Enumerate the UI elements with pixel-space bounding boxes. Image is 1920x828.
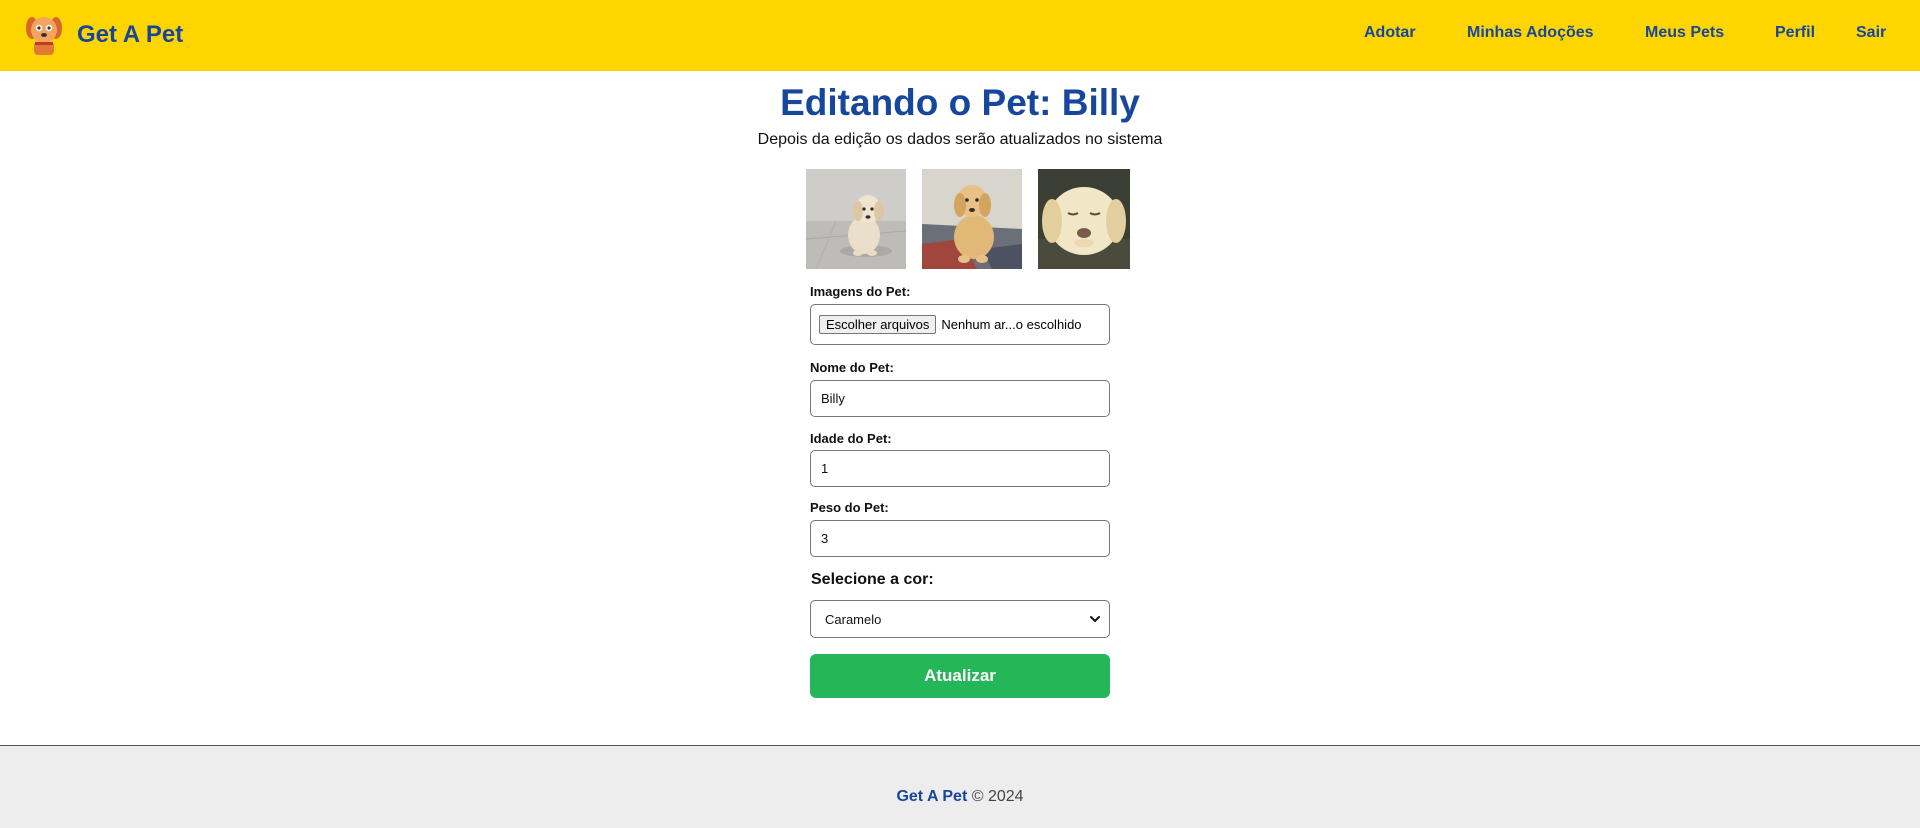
update-button[interactable]: Atualizar [810,654,1110,698]
footer: Get A Pet © 2024 [0,745,1920,828]
weight-label: Peso do Pet: [810,500,889,515]
page-title: Editando o Pet: Billy [780,82,1140,123]
age-label: Idade do Pet: [810,431,892,446]
color-select-value: Caramelo [825,611,882,627]
images-label: Imagens do Pet: [810,284,911,299]
name-label: Nome do Pet: [810,360,894,375]
nav-link-perfil[interactable]: Perfil [1775,24,1815,42]
pet-photo-2 [922,169,1022,269]
footer-text: Get A Pet © 2024 [0,788,1920,806]
footer-copyright: © 2024 [971,788,1024,805]
nav-link-meus-pets[interactable]: Meus Pets [1645,24,1724,42]
puppy-photo-1 [806,169,906,269]
color-select[interactable]: Caramelo [810,600,1110,638]
weight-input[interactable]: 3 [810,520,1110,557]
age-input[interactable]: 1 [810,450,1110,487]
name-input-value: Billy [821,391,845,406]
footer-brand: Get A Pet [896,788,968,805]
nav-link-minhas-adocoes[interactable]: Minhas Adoções [1467,24,1594,42]
page-subtitle: Depois da edição os dados serão atualiza… [757,131,1163,148]
choose-files-button[interactable]: Escolher arquivos [819,315,937,334]
color-label: Selecione a cor: [811,571,934,588]
chevron-down-icon [1090,616,1100,623]
navbar: Get A Pet Adotar Minhas Adoções Meus Pet… [0,0,1920,71]
name-input[interactable]: Billy [810,380,1110,417]
weight-input-value: 3 [821,531,829,546]
nav-link-adotar[interactable]: Adotar [1364,24,1416,42]
nav-link-sair[interactable]: Sair [1856,24,1886,42]
images-file-input[interactable]: Escolher arquivos Nenhum ar...o escolhid… [810,304,1110,345]
puppy-photo-2 [922,169,1022,269]
file-status-text: Nenhum ar...o escolhido [941,317,1082,332]
pet-photo-1 [806,169,906,269]
pet-photo-3 [1038,169,1130,269]
age-input-value: 1 [821,461,829,476]
nav-links: Adotar Minhas Adoções Meus Pets Perfil S… [0,24,1920,46]
puppy-photo-3 [1038,169,1130,269]
